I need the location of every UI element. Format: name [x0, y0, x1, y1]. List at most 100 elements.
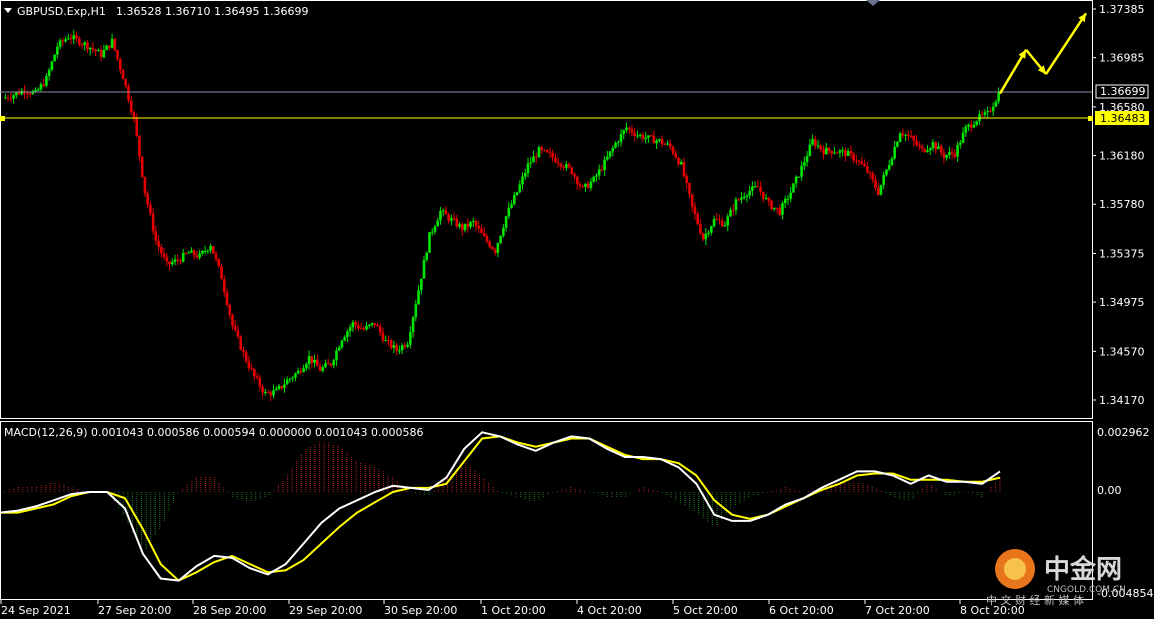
- candle-body: [91, 47, 95, 50]
- candle-body: [740, 197, 743, 200]
- candle-body: [830, 150, 834, 154]
- time-tick-label: 1 Oct 20:00: [481, 604, 546, 617]
- candle-body: [75, 35, 78, 39]
- candle-body: [975, 121, 979, 125]
- candle-body: [162, 253, 166, 257]
- candle-body: [94, 49, 97, 52]
- main-chart-frame: [0, 0, 1093, 419]
- candle-body: [794, 176, 798, 184]
- candle-body: [586, 183, 590, 188]
- candle-body: [723, 225, 727, 227]
- candle-body: [291, 377, 294, 379]
- candle-body: [630, 128, 634, 133]
- macd-scale-top: 0.002962: [1097, 426, 1150, 439]
- candle-body: [636, 135, 639, 137]
- candle-body: [428, 232, 431, 253]
- watermark-brand: 中金网: [1044, 554, 1122, 585]
- candle-body: [980, 114, 984, 116]
- candle-body: [419, 278, 423, 291]
- macd-signal-line: [0, 435, 1001, 582]
- candle-body: [956, 144, 959, 157]
- candle-body: [231, 314, 234, 326]
- candle-body: [838, 150, 842, 153]
- candle-body: [392, 345, 396, 348]
- projection-arrow[interactable]: [998, 12, 1088, 95]
- candle-body: [928, 148, 932, 151]
- trading-chart[interactable]: GBPUSD.Exp,H1 1.36528 1.36710 1.36495 1.…: [0, 0, 1154, 619]
- candle-body: [797, 176, 801, 178]
- price-scale[interactable]: 1.373851.369851.365801.361801.357801.353…: [1092, 3, 1145, 407]
- candle-body: [417, 290, 420, 305]
- candle-body: [482, 232, 486, 237]
- candle-body: [543, 149, 546, 151]
- candle-body: [294, 373, 297, 378]
- candle-body: [452, 218, 456, 220]
- candle-body: [671, 146, 675, 154]
- time-tick-label: 7 Oct 20:00: [865, 604, 930, 617]
- candle-body: [521, 176, 524, 185]
- projection-leg-final: [1044, 12, 1088, 75]
- candle-body: [367, 324, 371, 326]
- candle-body: [608, 151, 612, 157]
- candle-body: [781, 203, 784, 215]
- candle-body: [614, 142, 617, 148]
- candle-body: [28, 93, 32, 95]
- candle-body: [644, 137, 647, 140]
- candle-body: [176, 259, 180, 261]
- candle-body: [313, 359, 316, 363]
- time-axis[interactable]: 24 Sep 2021 27 Sep 20:00 28 Sep 20:00 29 Se…: [0, 600, 1025, 617]
- candle-body: [433, 226, 437, 232]
- candle-body: [860, 161, 864, 165]
- candle-body: [83, 42, 87, 45]
- candle-body: [272, 390, 275, 396]
- candle-body: [310, 356, 314, 363]
- candle-body: [696, 214, 699, 225]
- candle-body: [225, 292, 229, 305]
- candle-body: [179, 260, 182, 262]
- candle-body: [934, 142, 937, 150]
- candle-body: [220, 266, 223, 280]
- candle-body: [302, 368, 305, 373]
- candle-body: [556, 162, 560, 164]
- symbol-menu-triangle-icon[interactable]: [4, 8, 12, 13]
- candle-body: [411, 317, 415, 333]
- candle-body: [69, 38, 73, 40]
- candle-body: [603, 159, 606, 171]
- candle-body: [772, 207, 776, 210]
- macd-histogram: [4, 441, 1001, 552]
- candle-body: [871, 173, 875, 180]
- candle-body: [36, 89, 40, 91]
- chart-shift-marker-icon[interactable]: [866, 0, 880, 6]
- candle-body: [409, 332, 412, 345]
- candle-body: [690, 194, 694, 207]
- candle-body: [201, 251, 204, 254]
- candle-body: [570, 167, 574, 175]
- candle-body: [305, 364, 308, 369]
- candle-body: [395, 345, 398, 351]
- candle-body: [406, 344, 409, 347]
- candle-body: [173, 259, 177, 263]
- candle-body: [789, 192, 792, 199]
- current-price-tag-label: 1.36699: [1100, 85, 1146, 98]
- candle-body: [288, 378, 292, 380]
- candle-body: [187, 252, 190, 254]
- candle-body: [833, 152, 836, 154]
- candle-body: [50, 61, 54, 70]
- candle-body: [296, 370, 300, 374]
- candle-body: [652, 135, 656, 144]
- candle-body: [329, 363, 333, 366]
- candle-body: [274, 388, 278, 391]
- level-line-handle-right[interactable]: [1088, 116, 1093, 121]
- candle-body: [879, 184, 883, 195]
- candle-body: [190, 250, 193, 253]
- candle-body: [622, 130, 626, 134]
- candle-body: [461, 224, 464, 231]
- candle-body: [422, 259, 426, 279]
- candle-body: [816, 145, 820, 147]
- candle-body: [209, 246, 212, 251]
- level-line-handle-left[interactable]: [0, 116, 5, 121]
- candle-body: [387, 340, 390, 342]
- candle-body: [997, 92, 1000, 102]
- candle-body: [562, 166, 565, 168]
- candle-body: [819, 145, 823, 150]
